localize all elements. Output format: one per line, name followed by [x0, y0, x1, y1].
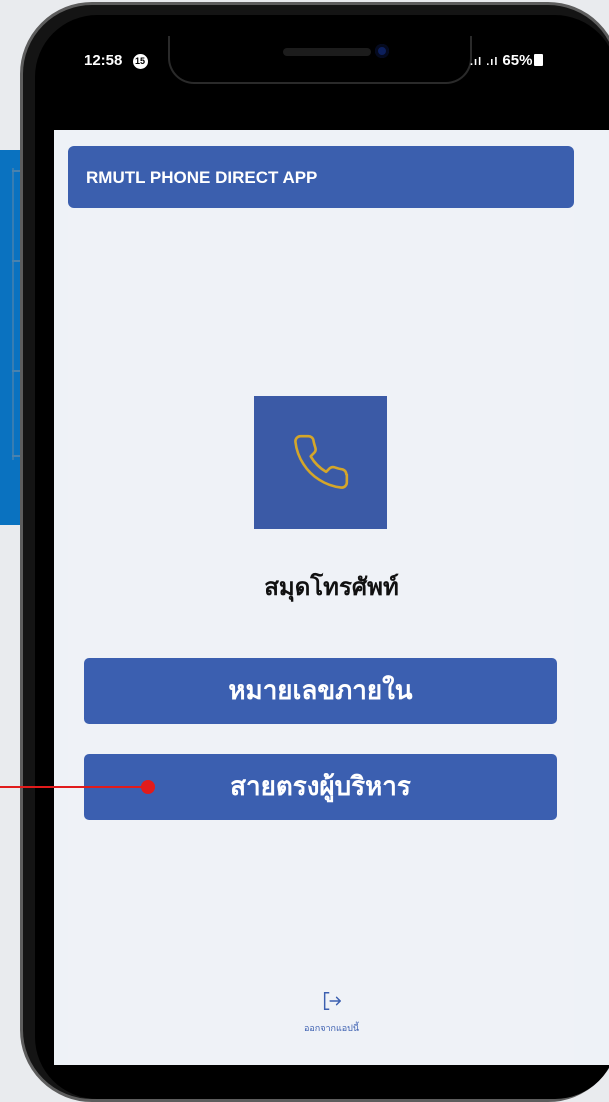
- earpiece-speaker: [283, 48, 371, 56]
- phone-book-tile: [254, 396, 387, 529]
- app-header-title: RMUTL PHONE DIRECT APP: [86, 168, 318, 187]
- app-header: RMUTL PHONE DIRECT APP: [68, 146, 574, 208]
- internal-numbers-button[interactable]: หมายเลขภายใน: [84, 658, 557, 724]
- status-bar-right: .ıl .ıl 65%: [470, 52, 544, 69]
- status-bar-left: 12:58 15: [84, 52, 148, 69]
- status-time: 12:58: [84, 52, 123, 69]
- app-title: สมุดโทรศัพท์: [264, 573, 399, 601]
- battery-icon: [534, 54, 544, 66]
- phone-notch: [168, 36, 472, 84]
- battery-percent: 65%: [502, 52, 533, 69]
- app-screen: RMUTL PHONE DIRECT APP สมุดโทรศัพท์ หมาย…: [54, 130, 609, 1065]
- logout-icon: [323, 992, 341, 1010]
- logout-button[interactable]: ออกจากแอปนี้: [54, 990, 609, 1035]
- logout-label: ออกจากแอปนี้: [303, 1024, 360, 1034]
- annotation-pointer-line: [0, 786, 148, 788]
- signal-icon: .ıl .ıl: [470, 56, 499, 68]
- notification-badge: 15: [132, 54, 148, 69]
- content-panel: [68, 210, 574, 1065]
- annotation-pointer-dot: [141, 780, 155, 794]
- phone-icon: [294, 434, 349, 489]
- front-camera: [375, 44, 389, 58]
